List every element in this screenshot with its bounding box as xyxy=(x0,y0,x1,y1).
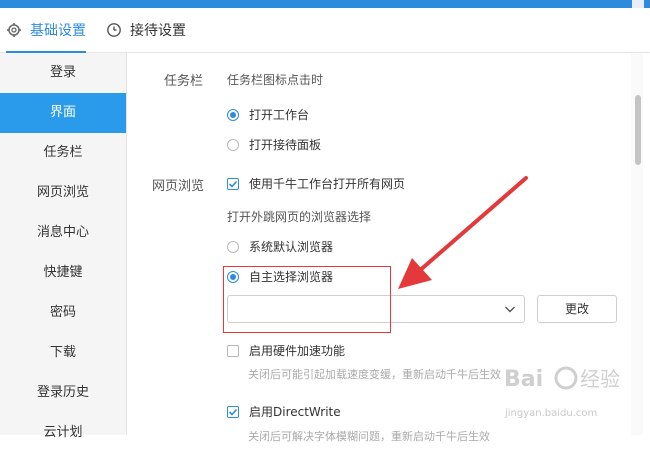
radio-open-workbench[interactable]: 打开工作台 xyxy=(227,106,309,123)
browser-path-select[interactable] xyxy=(227,295,525,323)
tab-basic-settings[interactable]: 基础设置 xyxy=(6,8,86,53)
sidebar-item-password[interactable]: 密码 xyxy=(0,293,126,333)
checkbox-box xyxy=(227,344,239,357)
radio-circle xyxy=(227,108,239,121)
chevron-down-icon xyxy=(504,303,516,315)
tab-basic-settings-label: 基础设置 xyxy=(30,23,86,39)
radio-system-default-browser[interactable]: 系统默认浏览器 xyxy=(227,238,333,255)
radio-circle xyxy=(227,138,239,151)
radio-open-reception-panel[interactable]: 打开接待面板 xyxy=(227,136,321,153)
hardware-acceleration-hint: 关闭后可能引起加载速度变缓，重新启动千牛后生效 xyxy=(248,368,501,381)
radio-open-reception-panel-label: 打开接待面板 xyxy=(249,138,322,152)
sidebar-item-interface[interactable]: 界面 xyxy=(0,93,126,133)
checkbox-directwrite[interactable]: 启用DirectWrite xyxy=(227,403,341,420)
checkbox-use-workbench-for-pages[interactable]: 使用千牛工作台打开所有网页 xyxy=(227,175,405,192)
radio-circle xyxy=(227,270,239,283)
sidebar-item-download[interactable]: 下载 xyxy=(0,333,126,373)
tab-reception-settings-label: 接待设置 xyxy=(130,23,186,39)
svg-text:Bai: Bai xyxy=(504,367,543,392)
radio-custom-browser-label: 自主选择浏览器 xyxy=(249,270,334,284)
clock-icon xyxy=(106,22,122,38)
gear-icon xyxy=(6,22,22,38)
sidebar-item-login-history[interactable]: 登录历史 xyxy=(0,373,126,413)
hardware-acceleration-label: 启用硬件加速功能 xyxy=(249,344,346,358)
sidebar-item-web-browsing[interactable]: 网页浏览 xyxy=(0,173,126,213)
radio-open-workbench-label: 打开工作台 xyxy=(249,108,310,122)
tab-reception-settings[interactable]: 接待设置 xyxy=(106,8,186,52)
web-section-label: 网页浏览 xyxy=(152,179,205,194)
change-browser-button[interactable]: 更改 xyxy=(537,295,617,323)
sidebar-item-message-center[interactable]: 消息中心 xyxy=(0,213,126,253)
use-workbench-label: 使用千牛工作台打开所有网页 xyxy=(249,177,406,191)
title-strip xyxy=(0,0,650,8)
checkbox-box xyxy=(227,405,239,418)
settings-tabs: 基础设置 接待设置 xyxy=(0,8,650,53)
taskbar-section-label: 任务栏 xyxy=(164,74,204,89)
radio-system-default-label: 系统默认浏览器 xyxy=(249,240,334,254)
radio-circle xyxy=(227,240,239,253)
sidebar-item-login[interactable]: 登录 xyxy=(0,53,126,93)
window-notch xyxy=(632,0,644,8)
radio-custom-browser[interactable]: 自主选择浏览器 xyxy=(227,268,333,285)
directwrite-hint: 关闭后可解决字体模糊问题，重新启动千牛后生效 xyxy=(248,430,490,443)
browser-select-label: 打开外跳网页的浏览器选择 xyxy=(227,210,372,224)
scrollbar-thumb[interactable] xyxy=(635,95,641,165)
sidebar-item-shortcuts[interactable]: 快捷键 xyxy=(0,253,126,293)
svg-text:经验: 经验 xyxy=(580,367,620,391)
settings-sidebar: 登录 界面 任务栏 网页浏览 消息中心 快捷键 密码 下载 登录历史 云计划 xyxy=(0,53,127,440)
watermark-url: jingyan.baidu.com xyxy=(505,408,598,419)
taskbar-click-label: 任务栏图标点击时 xyxy=(227,73,324,87)
checkbox-hardware-acceleration[interactable]: 启用硬件加速功能 xyxy=(227,342,345,359)
sidebar-item-cloud-plan[interactable]: 云计划 xyxy=(0,413,126,453)
directwrite-label: 启用DirectWrite xyxy=(249,405,341,419)
checkbox-box xyxy=(227,177,239,190)
sidebar-item-taskbar[interactable]: 任务栏 xyxy=(0,133,126,173)
